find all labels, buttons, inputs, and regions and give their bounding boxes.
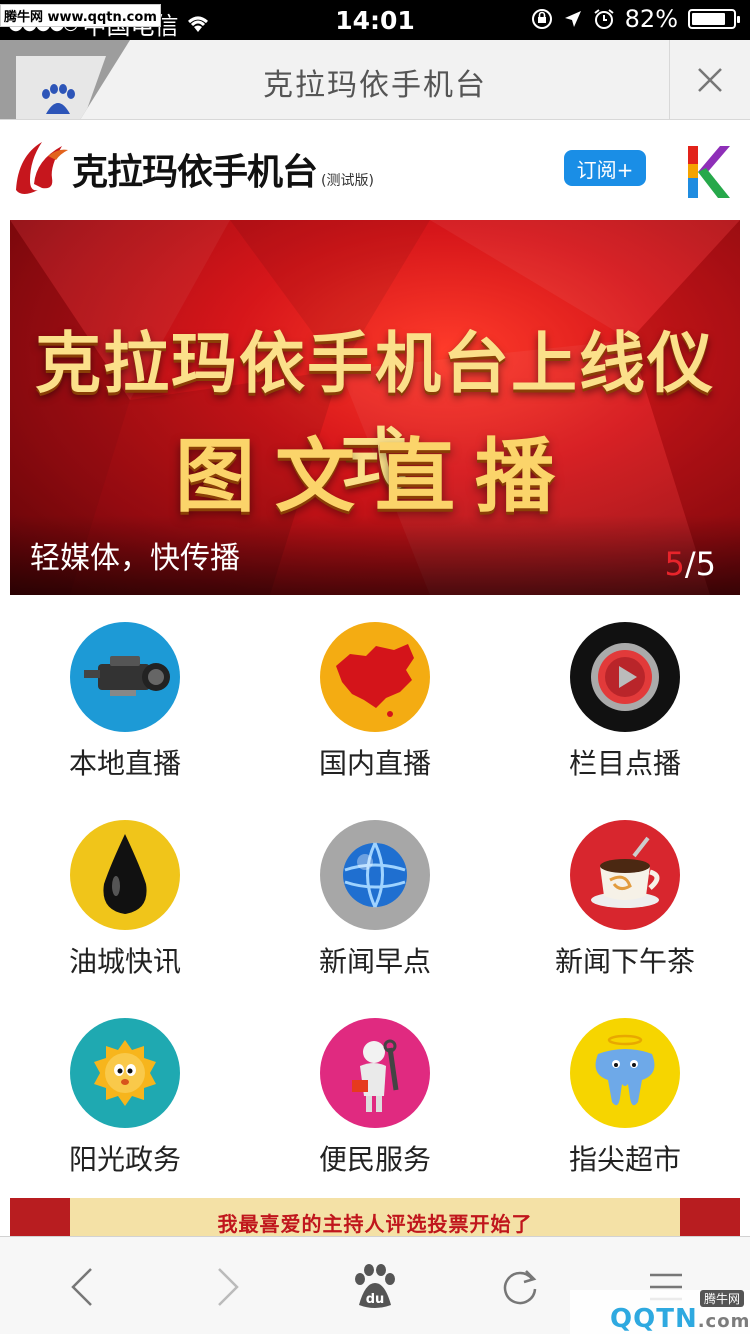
- back-button[interactable]: [52, 1259, 112, 1315]
- oil-drop-icon: [70, 820, 180, 930]
- alarm-icon: [594, 9, 614, 29]
- back-icon: [71, 1268, 92, 1306]
- browser-title-bar: 克拉玛依手机台: [0, 40, 750, 120]
- grid-item-oilcity-news[interactable]: 油城快讯: [0, 798, 250, 996]
- pager-total: /5: [684, 545, 716, 583]
- globe-icon: [320, 820, 430, 930]
- banner-headline-2: 图文直播: [175, 430, 575, 523]
- battery-percent: 82%: [624, 5, 678, 33]
- promo-text: 我最喜爱的主持人评选投票开始了: [217, 1212, 533, 1236]
- location-arrow-icon: [564, 11, 581, 27]
- pager-current: 5: [664, 545, 685, 583]
- forward-icon: [218, 1268, 239, 1306]
- close-icon: [698, 67, 722, 92]
- banner-caption: 轻媒体，快传播: [30, 541, 240, 576]
- hero-banner[interactable]: 克拉玛依手机台上线仪式 图文直播 轻媒体，快传播 5/5: [10, 220, 740, 595]
- k-brand-logo-icon[interactable]: [686, 144, 730, 200]
- grid-item-government-affairs[interactable]: 阳光政务: [0, 996, 250, 1194]
- status-bar: ●●●●○ 中国电信 腾牛网 www.qqtn.com 14:01 82%: [0, 0, 750, 40]
- browser-toolbar: du 腾牛网 QQTN.com: [0, 1236, 750, 1334]
- battery-icon: [688, 9, 740, 29]
- grid-item-label: 油城快讯: [68, 945, 181, 978]
- site-header: 克拉玛依手机台 (测试版) 订阅+: [0, 120, 750, 218]
- promo-banner[interactable]: 我最喜爱的主持人评选投票开始了: [10, 1198, 740, 1236]
- grid-item-label: 本地直播: [68, 747, 181, 780]
- rotation-lock-icon: [531, 9, 552, 29]
- logo-subtitle: (测试版): [321, 173, 374, 189]
- logo-text: 克拉玛依手机台: [72, 152, 318, 193]
- baidu-home-button[interactable]: du: [345, 1259, 405, 1315]
- grid-item-label: 便民服务: [318, 1143, 431, 1176]
- grid-item-label: 新闻早点: [318, 945, 431, 978]
- refresh-button[interactable]: [490, 1259, 550, 1315]
- subscribe-button[interactable]: 订阅+: [564, 150, 646, 186]
- grid-item-label: 阳光政务: [68, 1143, 181, 1176]
- forward-button[interactable]: [198, 1259, 258, 1315]
- elephant-icon: [570, 1018, 680, 1128]
- grid-item-label: 栏目点播: [568, 747, 681, 780]
- watermark-logo-text: QQTN: [610, 1304, 698, 1334]
- battery-fill: [692, 13, 725, 25]
- watermark-logo: QQTN.com: [610, 1304, 750, 1334]
- grid-item-label: 指尖超市: [568, 1143, 681, 1176]
- close-button[interactable]: [669, 40, 750, 119]
- play-button-icon: [570, 622, 680, 732]
- grid-item-fingertip-supermarket[interactable]: 指尖超市: [500, 996, 750, 1194]
- watermark-domain: .com: [697, 1311, 750, 1332]
- watermark-bottom: 腾牛网 QQTN.com: [570, 1290, 750, 1334]
- sun-face-icon: [70, 1018, 180, 1128]
- banner-pager: 5/5: [665, 545, 717, 583]
- repairman-icon: [320, 1018, 430, 1128]
- browser-page-title: 克拉玛依手机台: [263, 68, 487, 103]
- grid-item-morning-news[interactable]: 新闻早点: [250, 798, 500, 996]
- refresh-icon: [503, 1270, 537, 1305]
- baidu-paw-icon: du: [355, 1264, 395, 1308]
- video-camera-icon: [70, 622, 180, 732]
- phoenix-logo-icon: [16, 142, 68, 194]
- status-right: 82%: [531, 5, 740, 33]
- grid-item-local-live[interactable]: 本地直播: [0, 600, 250, 798]
- coffee-cup-icon: [570, 820, 680, 930]
- site-logo[interactable]: 克拉玛依手机台 (测试版): [12, 136, 374, 196]
- grid-item-program-vod[interactable]: 栏目点播: [500, 600, 750, 798]
- grid-item-label: 国内直播: [318, 747, 431, 780]
- grid-item-national-live[interactable]: 国内直播: [250, 600, 500, 798]
- grid-item-public-services[interactable]: 便民服务: [250, 996, 500, 1194]
- grid-item-afternoon-tea[interactable]: 新闻下午茶: [500, 798, 750, 996]
- baidu-du-text: du: [366, 1292, 385, 1307]
- grid-item-label: 新闻下午茶: [554, 945, 695, 978]
- china-map-icon: [320, 622, 430, 732]
